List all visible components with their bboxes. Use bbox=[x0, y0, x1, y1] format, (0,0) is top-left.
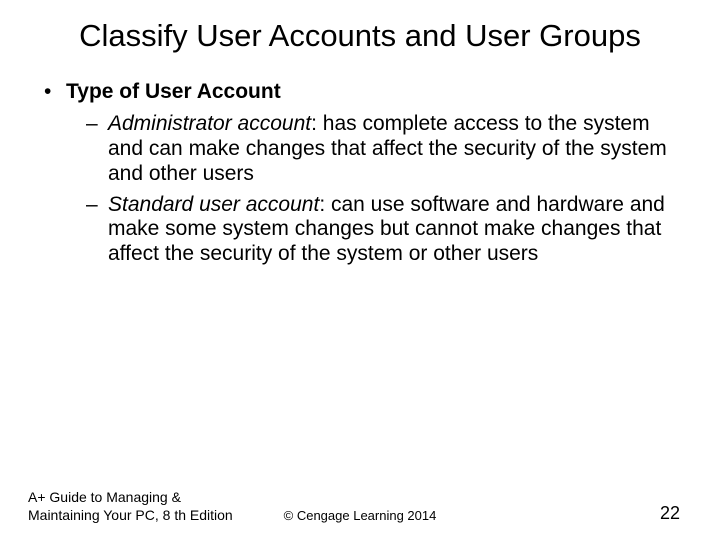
list-item: Administrator account: has complete acce… bbox=[40, 112, 680, 186]
slide-content: Type of User Account Administrator accou… bbox=[40, 80, 680, 267]
slide-number: 22 bbox=[660, 502, 680, 525]
slide: Classify User Accounts and User Groups T… bbox=[0, 0, 720, 540]
footer-center: © Cengage Learning 2014 bbox=[284, 508, 437, 524]
section-heading: Type of User Account bbox=[40, 80, 680, 105]
list-item: Standard user account: can use software … bbox=[40, 193, 680, 267]
footer-left: A+ Guide to Managing & Maintaining Your … bbox=[28, 489, 248, 524]
term: Administrator account bbox=[108, 112, 311, 135]
term: Standard user account bbox=[108, 193, 319, 216]
slide-title: Classify User Accounts and User Groups bbox=[60, 18, 660, 54]
slide-footer: A+ Guide to Managing & Maintaining Your … bbox=[0, 489, 720, 524]
